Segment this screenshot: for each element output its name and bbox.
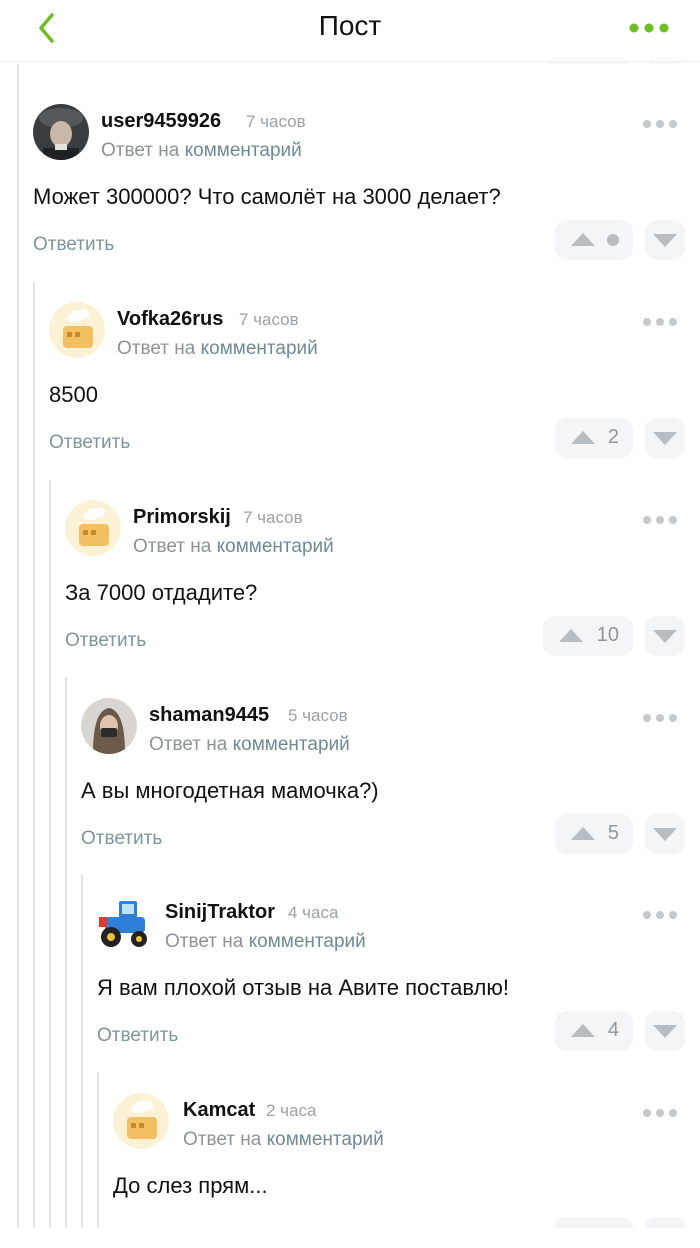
vote-up-button[interactable]: 4 [555, 1011, 633, 1051]
avatar[interactable] [49, 302, 105, 358]
arrow-up-icon [571, 233, 595, 246]
thread-line [97, 1072, 99, 1228]
comment: user9459926 7 часов Ответ на комментарий… [33, 104, 700, 274]
comment-text: Я вам плохой отзыв на Авите поставлю! [97, 975, 509, 1000]
rating-hidden-dot [607, 234, 619, 246]
thread-line [81, 875, 83, 1228]
rating-value: 10 [596, 624, 619, 646]
reply-to: Ответ на комментарий [117, 338, 318, 360]
vote-down-button[interactable] [645, 616, 685, 656]
comment-time: 5 часов [288, 706, 348, 725]
vote-up-button[interactable] [555, 220, 633, 260]
reply-to: Ответ на комментарий [149, 734, 350, 756]
username[interactable]: Primorskij [133, 506, 231, 529]
comment-text: А вы многодетная мамочка?) [81, 778, 379, 803]
comment: SinijTraktor 4 часа Ответ на комментарий… [97, 895, 700, 1065]
reply-link[interactable]: комментарий [201, 338, 318, 359]
comment: Kamcat 2 часа Ответ на комментарий До сл… [113, 1093, 700, 1228]
vote-down-button[interactable] [645, 1011, 685, 1051]
reply-prefix: Ответ на [101, 140, 180, 161]
reply-button[interactable]: Ответить [49, 432, 130, 454]
arrow-up-icon [571, 1024, 595, 1037]
comment-time: 7 часов [246, 112, 306, 131]
comment-time: 4 часа [288, 903, 339, 922]
reply-to: Ответ на комментарий [165, 931, 366, 953]
arrow-up-icon [571, 827, 595, 840]
avatar[interactable] [97, 895, 153, 951]
arrow-down-icon [653, 432, 677, 445]
avatar[interactable] [113, 1093, 169, 1149]
reply-to: Ответ на комментарий [101, 140, 302, 162]
comment: Vofka26rus 7 часов Ответ на комментарий … [49, 302, 700, 472]
comment-more-icon[interactable] [641, 116, 679, 132]
vote-down-button[interactable] [645, 1217, 685, 1228]
reply-prefix: Ответ на [165, 931, 244, 952]
arrow-up-icon [571, 431, 595, 444]
reply-button[interactable]: Ответить [33, 234, 114, 256]
vote-up-button[interactable]: 10 [543, 616, 633, 656]
arrow-down-icon [653, 630, 677, 643]
reply-link[interactable]: комментарий [217, 536, 334, 557]
avatar[interactable] [81, 698, 137, 754]
comment-more-icon[interactable] [641, 1105, 679, 1121]
reply-prefix: Ответ на [183, 1129, 262, 1150]
reply-to: Ответ на комментарий [133, 536, 334, 558]
username[interactable]: user9459926 [101, 110, 221, 133]
page-title: Пост [318, 10, 382, 41]
vote-down-button[interactable] [645, 220, 685, 260]
arrow-down-icon [653, 828, 677, 841]
comment-more-icon[interactable] [641, 907, 679, 923]
reply-link[interactable]: комментарий [185, 140, 302, 161]
vote-up-button[interactable]: 5 [555, 814, 633, 854]
avatar[interactable] [33, 104, 89, 160]
thread-line [33, 282, 35, 1228]
reply-to: Ответ на комментарий [183, 1129, 384, 1151]
comment-more-icon[interactable] [641, 512, 679, 528]
username[interactable]: Vofka26rus [117, 308, 223, 331]
reply-prefix: Ответ на [133, 536, 212, 557]
reply-button[interactable]: Ответить [81, 828, 162, 850]
reply-link[interactable]: комментарий [233, 734, 350, 755]
username[interactable]: Kamcat [183, 1099, 255, 1122]
comment: Primorskij 7 часов Ответ на комментарий … [65, 500, 700, 670]
vote-down-button[interactable] [645, 418, 685, 458]
comment-text: За 7000 отдадите? [65, 580, 258, 605]
reply-button[interactable]: Ответить [65, 630, 146, 652]
reply-prefix: Ответ на [117, 338, 196, 359]
comment: shaman9445 5 часов Ответ на комментарий … [81, 698, 700, 868]
comment-text: До слез прям... [113, 1173, 268, 1198]
arrow-down-icon [653, 234, 677, 247]
reply-prefix: Ответ на [149, 734, 228, 755]
comment-time: 2 часа [266, 1101, 317, 1120]
comment-text: Может 300000? Что самолёт на 3000 делает… [33, 184, 501, 209]
arrow-up-icon [559, 629, 583, 642]
rating-value: 4 [607, 1019, 619, 1041]
arrow-down-icon [653, 1025, 677, 1038]
comment-text: 8500 [49, 382, 98, 407]
comment-more-icon[interactable] [641, 710, 679, 726]
avatar[interactable] [65, 500, 121, 556]
comment-time: 7 часов [239, 310, 299, 329]
reply-button[interactable]: Ответить [97, 1025, 178, 1047]
more-options-icon[interactable] [626, 14, 672, 42]
reply-link[interactable]: комментарий [267, 1129, 384, 1150]
comment-time: 7 часов [243, 508, 303, 527]
thread-line [65, 677, 67, 1228]
thread-line [17, 64, 19, 1228]
vote-down-button[interactable] [645, 814, 685, 854]
vote-up-button[interactable]: 2 [555, 418, 633, 458]
top-bar: Пост [0, 0, 700, 62]
rating-value: 2 [607, 426, 619, 448]
username[interactable]: shaman9445 [149, 704, 269, 727]
vote-up-button[interactable] [555, 1217, 633, 1228]
comment-more-icon[interactable] [641, 314, 679, 330]
thread-line [49, 480, 51, 1228]
reply-link[interactable]: комментарий [249, 931, 366, 952]
username[interactable]: SinijTraktor [165, 901, 275, 924]
rating-value: 5 [607, 822, 619, 844]
